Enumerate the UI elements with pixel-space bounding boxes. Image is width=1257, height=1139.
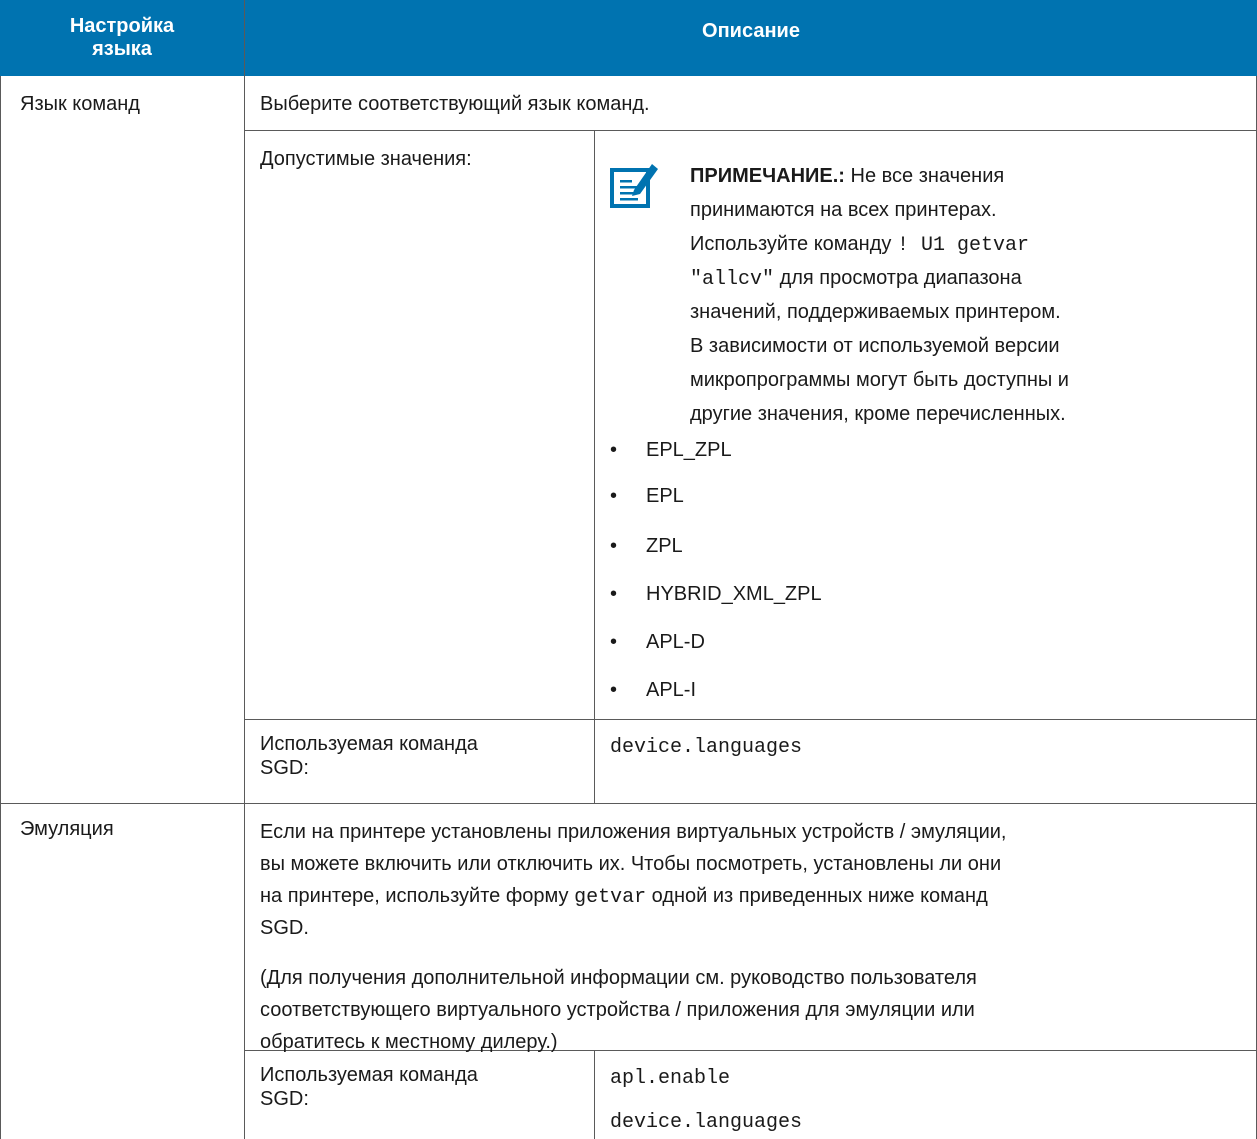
col-divider-right-row2 (594, 1050, 595, 1139)
table-left-border (0, 76, 1, 1139)
sgd-command-value: device.languages (610, 1111, 803, 1134)
list-bullet: • (610, 679, 618, 701)
value-item: APL-D (646, 631, 705, 653)
row-line-1 (244, 130, 1257, 131)
note-text-3: Используйте команду (690, 233, 897, 255)
note-line-8: другие значения, кроме перечисленных. (690, 403, 1066, 425)
note-title: ПРИМЕЧАНИЕ.: (690, 165, 845, 187)
note-code-1: ! U1 getvar (896, 234, 1029, 257)
list-bullet: • (610, 535, 618, 557)
emulation-p1-line-1: Если на принтере установлены приложения … (260, 821, 1007, 843)
command-language-description: Выберите соответствующий язык команд. (260, 93, 650, 115)
note-line-5: значений, поддерживаемых принтером. (690, 301, 1061, 323)
header-setting-label: Настройка языка (69, 15, 175, 60)
sgd-label-line-2: SGD: (260, 757, 309, 779)
note-line-7: микропрограммы могут быть доступны и (690, 369, 1069, 391)
allowed-values-label: Допустимые значения: (260, 148, 472, 170)
note-line-1: ПРИМЕЧАНИЕ.: Не все значения (690, 160, 1004, 192)
note-code-2: "allcv" (690, 268, 775, 291)
header-description-label: Описание (702, 20, 800, 42)
row-line-3 (0, 803, 1257, 804)
note-line-2: принимаются на всех принтерах. (690, 199, 997, 221)
col-divider-left (244, 0, 245, 1139)
emulation-p2-line-3: обратитесь к местному дилеру.) (260, 1031, 558, 1053)
row-label-command-language: Язык команд (20, 93, 140, 115)
note-text-4: для просмотра диапазона (774, 267, 1022, 289)
col-divider-right-row1 (594, 130, 595, 803)
note-line-6: В зависимости от используемой версии (690, 335, 1060, 357)
value-item: EPL (646, 485, 684, 507)
emulation-text: одной из приведенных ниже команд (646, 885, 988, 907)
row-line-2 (244, 719, 1257, 720)
list-bullet: • (610, 485, 618, 507)
note-line-4: "allcv" для просмотра диапазона (690, 262, 1022, 296)
value-item: HYBRID_XML_ZPL (646, 583, 822, 605)
header-col-setting: Настройка языка (0, 0, 244, 76)
sgd-label-line-1: Используемая команда (260, 733, 478, 755)
sgd-label-line-2: SGD: (260, 1088, 309, 1110)
emulation-p1-line-3: на принтере, используйте форму getvar од… (260, 880, 988, 914)
header-col-description: Описание (245, 0, 1257, 76)
value-item: APL-I (646, 679, 697, 701)
emulation-code: getvar (574, 886, 647, 909)
list-bullet: • (610, 583, 618, 605)
note-text-1: Не все значения (844, 165, 1005, 187)
value-item: EPL_ZPL (646, 439, 732, 461)
emulation-p2-line-1: (Для получения дополнительной информации… (260, 967, 977, 989)
emulation-text: на принтере, используйте форму (260, 885, 575, 907)
sgd-label-line-1: Используемая команда (260, 1064, 478, 1086)
sgd-command-value: device.languages (610, 736, 803, 759)
emulation-p2-line-2: соответствующего виртуального устройства… (260, 999, 975, 1021)
note-pencil-icon (610, 164, 658, 208)
list-bullet: • (610, 631, 618, 653)
row-label-emulation: Эмуляция (20, 818, 114, 840)
value-item: ZPL (646, 535, 683, 557)
sgd-command-value: apl.enable (610, 1067, 731, 1090)
note-line-3: Используйте команду ! U1 getvar (690, 228, 1029, 262)
emulation-p1-line-4: SGD. (260, 917, 309, 939)
list-bullet: • (610, 439, 618, 461)
emulation-p1-line-2: вы можете включить или отключить их. Что… (260, 853, 1002, 875)
